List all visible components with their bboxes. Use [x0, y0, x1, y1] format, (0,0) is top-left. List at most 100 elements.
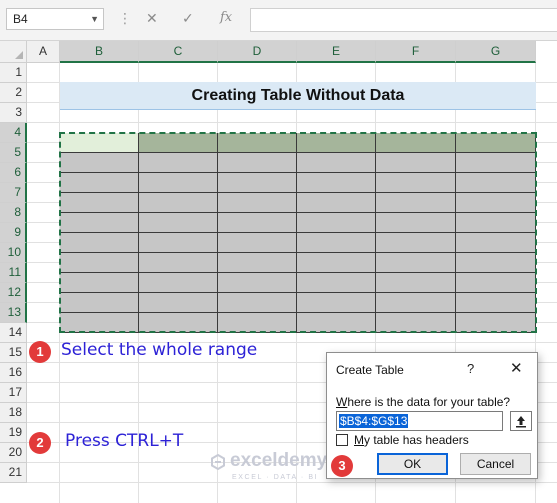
row-header-10[interactable]: 10: [0, 243, 27, 263]
row-header-21[interactable]: 21: [0, 463, 27, 483]
range-cell[interactable]: [456, 293, 536, 313]
range-cell[interactable]: [456, 133, 536, 153]
range-cell[interactable]: [297, 233, 376, 253]
range-cell[interactable]: [139, 213, 218, 233]
help-icon[interactable]: ?: [467, 361, 474, 376]
active-cell[interactable]: [60, 133, 139, 153]
range-cell[interactable]: [297, 193, 376, 213]
range-cell[interactable]: [60, 153, 139, 173]
range-cell[interactable]: [456, 153, 536, 173]
row-header-8[interactable]: 8: [0, 203, 27, 223]
range-cell[interactable]: [60, 313, 139, 333]
range-cell[interactable]: [376, 133, 456, 153]
range-cell[interactable]: [218, 313, 297, 333]
row-header-1[interactable]: 1: [0, 63, 27, 83]
range-cell[interactable]: [376, 273, 456, 293]
row-header-4[interactable]: 4: [0, 123, 27, 143]
range-cell[interactable]: [60, 253, 139, 273]
range-cell[interactable]: [376, 313, 456, 333]
range-cell[interactable]: [60, 273, 139, 293]
column-header-b[interactable]: B: [60, 41, 139, 63]
range-cell[interactable]: [60, 293, 139, 313]
range-cell[interactable]: [139, 133, 218, 153]
range-cell[interactable]: [218, 213, 297, 233]
row-header-19[interactable]: 19: [0, 423, 27, 443]
range-cell[interactable]: [376, 193, 456, 213]
range-cell[interactable]: [60, 233, 139, 253]
insert-function-icon[interactable]: fx: [220, 10, 232, 25]
row-header-14[interactable]: 14: [0, 323, 27, 343]
range-cell[interactable]: [60, 213, 139, 233]
range-cell[interactable]: [218, 133, 297, 153]
row-header-15[interactable]: 15: [0, 343, 27, 363]
row-header-13[interactable]: 13: [0, 303, 27, 323]
range-cell[interactable]: [456, 313, 536, 333]
name-box[interactable]: B4 ▼: [6, 8, 104, 30]
collapse-dialog-button[interactable]: [510, 411, 532, 431]
range-cell[interactable]: [456, 253, 536, 273]
range-cell[interactable]: [376, 233, 456, 253]
row-header-6[interactable]: 6: [0, 163, 27, 183]
range-cell[interactable]: [376, 153, 456, 173]
sheet-title-cell[interactable]: Creating Table Without Data: [60, 82, 536, 110]
range-cell[interactable]: [139, 173, 218, 193]
select-all-corner[interactable]: [0, 41, 27, 63]
range-cell[interactable]: [218, 193, 297, 213]
range-cell[interactable]: [297, 293, 376, 313]
range-cell[interactable]: [456, 173, 536, 193]
range-cell[interactable]: [376, 213, 456, 233]
range-cell[interactable]: [218, 153, 297, 173]
range-cell[interactable]: [139, 293, 218, 313]
row-header-9[interactable]: 9: [0, 223, 27, 243]
range-cell[interactable]: [139, 253, 218, 273]
cancel-icon[interactable]: ✕: [146, 10, 158, 27]
headers-checkbox[interactable]: [336, 434, 348, 446]
row-header-2[interactable]: 2: [0, 83, 27, 103]
range-cell[interactable]: [297, 273, 376, 293]
range-cell[interactable]: [456, 273, 536, 293]
range-cell[interactable]: [139, 233, 218, 253]
range-cell[interactable]: [297, 313, 376, 333]
range-cell[interactable]: [60, 193, 139, 213]
column-header-g[interactable]: G: [456, 41, 536, 63]
close-icon[interactable]: ✕: [510, 359, 523, 377]
range-cell[interactable]: [376, 293, 456, 313]
column-header-d[interactable]: D: [218, 41, 297, 63]
range-cell[interactable]: [218, 293, 297, 313]
row-header-16[interactable]: 16: [0, 363, 27, 383]
range-cell[interactable]: [376, 173, 456, 193]
range-cell[interactable]: [297, 253, 376, 273]
enter-icon[interactable]: ✓: [182, 10, 194, 27]
row-header-11[interactable]: 11: [0, 263, 27, 283]
row-header-3[interactable]: 3: [0, 103, 27, 123]
range-cell[interactable]: [456, 233, 536, 253]
row-header-20[interactable]: 20: [0, 443, 27, 463]
range-cell[interactable]: [139, 313, 218, 333]
range-cell[interactable]: [60, 173, 139, 193]
row-header-5[interactable]: 5: [0, 143, 27, 163]
selected-range[interactable]: [60, 133, 536, 333]
range-cell[interactable]: [218, 173, 297, 193]
range-cell[interactable]: [139, 193, 218, 213]
ok-button[interactable]: OK: [377, 453, 448, 475]
range-cell[interactable]: [456, 213, 536, 233]
row-header-17[interactable]: 17: [0, 383, 27, 403]
cancel-button[interactable]: Cancel: [460, 453, 531, 475]
range-cell[interactable]: [218, 233, 297, 253]
chevron-down-icon[interactable]: ▼: [90, 9, 99, 29]
range-cell[interactable]: [376, 253, 456, 273]
range-cell[interactable]: [218, 273, 297, 293]
range-cell[interactable]: [456, 193, 536, 213]
headers-checkbox-label[interactable]: My table has headers: [354, 433, 469, 447]
range-cell[interactable]: [297, 153, 376, 173]
column-header-f[interactable]: F: [376, 41, 456, 63]
row-header-12[interactable]: 12: [0, 283, 27, 303]
column-header-a[interactable]: A: [27, 41, 60, 63]
column-header-e[interactable]: E: [297, 41, 376, 63]
range-input[interactable]: $B$4:$G$13: [336, 411, 503, 431]
row-header-7[interactable]: 7: [0, 183, 27, 203]
range-cell[interactable]: [139, 153, 218, 173]
range-cell[interactable]: [297, 133, 376, 153]
more-options-icon[interactable]: ⋮: [118, 10, 132, 27]
range-cell[interactable]: [297, 173, 376, 193]
